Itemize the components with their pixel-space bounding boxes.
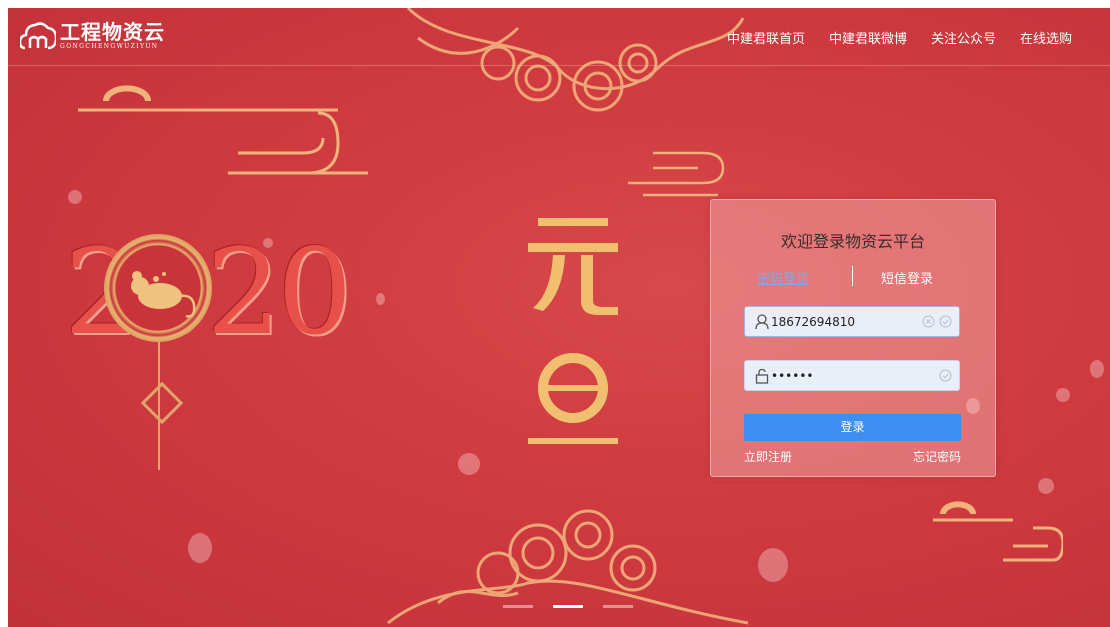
- check-icon: [939, 369, 952, 382]
- carousel-dot[interactable]: [503, 605, 533, 608]
- bokeh-dot: [68, 190, 82, 204]
- bokeh-dot: [1056, 388, 1070, 402]
- cloud-line-center: [628, 151, 725, 197]
- zodiac-rat-badge: [104, 234, 212, 342]
- logo-subtitle: GONGCHENGWUZIYUN: [60, 43, 159, 50]
- cloud-line-right: [933, 501, 1063, 562]
- lock-icon: [755, 368, 769, 384]
- forgot-password-link[interactable]: 忘记密码: [913, 448, 961, 465]
- carousel-dot-active[interactable]: [553, 605, 583, 608]
- tab-password-login[interactable]: 密码登录: [757, 268, 809, 287]
- password-field[interactable]: [744, 360, 960, 391]
- login-tabs: 密码登录 短信登录: [711, 266, 995, 288]
- logo-title: 工程物资云: [60, 20, 165, 44]
- register-link[interactable]: 立即注册: [744, 448, 792, 465]
- bokeh-dot: [758, 548, 788, 582]
- check-icon: [939, 315, 952, 328]
- nav-link-shop[interactable]: 在线选购: [1020, 28, 1072, 47]
- top-header: 工程物资云 GONGCHENGWUZIYUN 中建君联首页 中建君联微博 关注公…: [8, 8, 1110, 66]
- username-input[interactable]: [771, 313, 921, 331]
- carousel-indicators: [503, 605, 633, 608]
- cloud-logo-icon: [20, 22, 56, 50]
- bokeh-dot: [458, 453, 480, 475]
- bokeh-dot: [1090, 360, 1104, 378]
- cloud-line-left: [78, 85, 368, 175]
- nav-link-home[interactable]: 中建君联首页: [727, 28, 805, 47]
- bokeh-dot: [188, 533, 212, 563]
- yuandan-calligraphy: [528, 218, 618, 444]
- bokeh-dot: [1038, 478, 1054, 494]
- rat-icon: [131, 271, 196, 318]
- username-field[interactable]: [744, 306, 960, 337]
- tab-divider: [852, 266, 853, 286]
- login-button[interactable]: 登录: [744, 414, 961, 441]
- login-card: 欢迎登录物资云平台 密码登录 短信登录 18672694810 •••••• 登…: [710, 199, 996, 477]
- logo[interactable]: 工程物资云 GONGCHENGWUZIYUN: [20, 18, 165, 54]
- tab-sms-login[interactable]: 短信登录: [881, 268, 933, 287]
- banner-background: 2020 元 旦: [8, 8, 1110, 627]
- top-nav: 中建君联首页 中建君联微博 关注公众号 在线选购: [727, 28, 1072, 47]
- password-input[interactable]: [771, 367, 921, 385]
- nav-link-wechat[interactable]: 关注公众号: [931, 28, 996, 47]
- bokeh-dot: [376, 293, 385, 305]
- nav-link-weibo[interactable]: 中建君联微博: [829, 28, 907, 47]
- clear-icon[interactable]: [922, 315, 935, 328]
- chinese-knot-icon: [140, 381, 184, 425]
- carousel-dot[interactable]: [603, 605, 633, 608]
- login-title: 欢迎登录物资云平台: [780, 232, 925, 251]
- user-icon: [755, 314, 769, 330]
